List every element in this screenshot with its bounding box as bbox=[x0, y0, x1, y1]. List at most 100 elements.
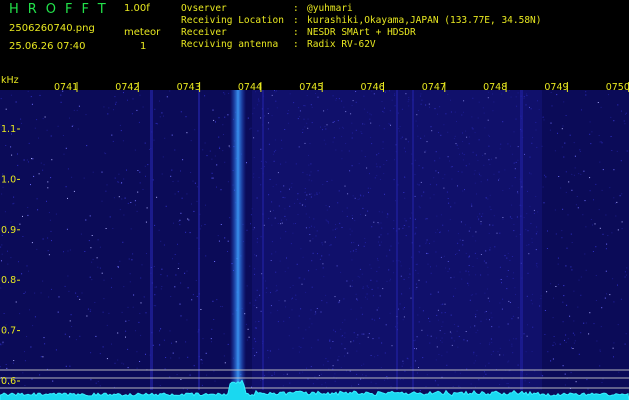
noise-dot bbox=[220, 306, 222, 307]
noise-dot bbox=[43, 337, 45, 339]
noise-dot bbox=[105, 190, 107, 192]
noise-dot bbox=[159, 344, 161, 346]
noise-dot bbox=[115, 101, 117, 103]
noise-dot bbox=[23, 293, 25, 294]
noise-dot bbox=[624, 276, 626, 278]
noise-dot bbox=[10, 221, 12, 223]
noise-dot bbox=[140, 334, 142, 336]
noise-dot bbox=[194, 182, 196, 184]
noise-dot bbox=[160, 328, 162, 330]
noise-dot bbox=[201, 225, 202, 227]
noise-dot bbox=[24, 291, 26, 293]
noise-dot bbox=[123, 178, 125, 180]
noise-dot bbox=[142, 189, 144, 190]
noise-dot bbox=[196, 186, 198, 188]
time-label: 0741 bbox=[54, 82, 78, 93]
noise-dot bbox=[120, 130, 122, 132]
count-label: 1 bbox=[140, 41, 147, 52]
time-label: 0742 bbox=[115, 82, 139, 93]
noise-dot bbox=[173, 222, 174, 224]
noise-dot bbox=[67, 197, 68, 199]
noise-dot bbox=[153, 266, 155, 267]
noise-dot bbox=[245, 323, 247, 325]
noise-dot bbox=[564, 384, 566, 386]
info-key: Recviving antenna bbox=[181, 39, 279, 50]
noise-dot bbox=[13, 196, 15, 198]
noise-dot bbox=[26, 159, 28, 161]
noise-dot bbox=[2, 186, 4, 188]
noise-dot bbox=[154, 286, 156, 288]
noise-dot bbox=[42, 169, 44, 171]
noise-dot bbox=[592, 224, 593, 226]
noise-dot bbox=[127, 99, 128, 101]
noise-dot bbox=[177, 268, 179, 269]
noise-dot bbox=[27, 214, 29, 216]
noise-dot bbox=[106, 324, 108, 326]
noise-dot bbox=[624, 343, 626, 345]
noise-dot bbox=[156, 196, 158, 198]
noise-dot bbox=[205, 255, 207, 257]
noise-dot bbox=[185, 341, 187, 343]
noise-dot bbox=[89, 215, 91, 217]
noise-dot bbox=[125, 320, 127, 322]
info-separator: : bbox=[293, 27, 299, 38]
noise-dot bbox=[625, 112, 627, 114]
noise-dot bbox=[247, 117, 249, 119]
noise-dot bbox=[144, 142, 146, 144]
time-label: 0749 bbox=[544, 82, 568, 93]
noise-dot bbox=[220, 189, 222, 191]
noise-dot bbox=[64, 285, 66, 287]
noise-dot bbox=[227, 240, 229, 242]
noise-dot bbox=[178, 357, 180, 359]
noise-dot bbox=[90, 309, 92, 311]
noise-dot bbox=[134, 149, 136, 151]
noise-dot bbox=[145, 353, 146, 355]
info-key: Receiver bbox=[181, 27, 227, 38]
noise-dot bbox=[191, 299, 193, 301]
noise-dot bbox=[127, 306, 129, 308]
noise-dot bbox=[570, 266, 572, 268]
noise-dot bbox=[94, 302, 96, 303]
noise-dot bbox=[121, 311, 123, 313]
noise-dot bbox=[609, 294, 611, 296]
noise-dot bbox=[66, 228, 68, 230]
noise-dot bbox=[34, 292, 36, 294]
noise-dot bbox=[202, 338, 204, 340]
noise-dot bbox=[223, 355, 225, 357]
noise-dot bbox=[99, 353, 101, 355]
noise-dot bbox=[22, 215, 23, 217]
noise-dot bbox=[4, 211, 6, 213]
header: HROFFT 1.00f 2506260740.png 25.06.26 07:… bbox=[0, 0, 629, 76]
noise-dot bbox=[624, 113, 626, 115]
noise-dot bbox=[155, 122, 157, 124]
noise-dot bbox=[67, 168, 69, 170]
noise-dot bbox=[585, 269, 587, 271]
noise-dot bbox=[574, 167, 576, 169]
noise-dot bbox=[573, 290, 575, 292]
noise-dot bbox=[13, 202, 15, 204]
noise-dot bbox=[21, 273, 23, 275]
noise-dot bbox=[70, 314, 72, 316]
noise-dot bbox=[187, 287, 189, 289]
noise-dot bbox=[42, 356, 44, 358]
noise-dot bbox=[144, 165, 146, 167]
noise-dot bbox=[176, 374, 178, 376]
noise-dot bbox=[248, 336, 250, 338]
noise-dot bbox=[573, 142, 575, 144]
noise-dot bbox=[561, 237, 563, 239]
noise-dot bbox=[5, 108, 7, 110]
noise-dot bbox=[598, 209, 600, 211]
noise-dot bbox=[227, 114, 229, 116]
noise-dot bbox=[172, 181, 174, 182]
noise-dot bbox=[202, 149, 204, 151]
noise-dot bbox=[164, 137, 166, 139]
noise-dot bbox=[224, 161, 226, 163]
noise-dot bbox=[586, 379, 588, 381]
noise-dot bbox=[624, 271, 626, 273]
noise-dot bbox=[543, 202, 545, 204]
noise-dot bbox=[97, 239, 99, 241]
noise-dot bbox=[159, 385, 161, 386]
noise-dot bbox=[65, 365, 67, 367]
noise-dot bbox=[613, 356, 614, 358]
noise-dot bbox=[158, 229, 160, 231]
